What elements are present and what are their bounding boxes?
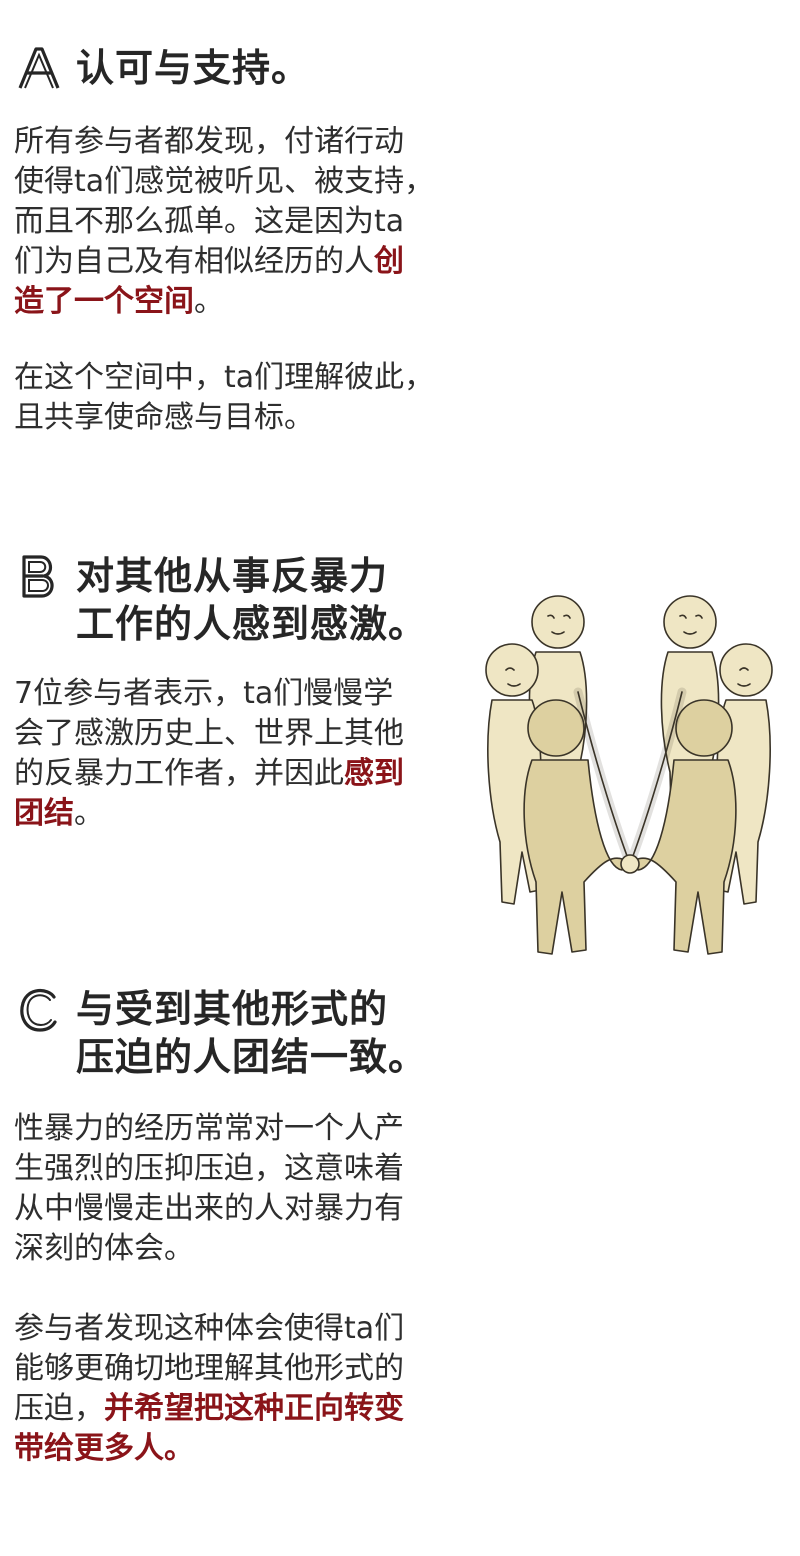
- highlight-text: 并希望把这种正向转变: [104, 1391, 404, 1426]
- text-run: 。: [194, 284, 224, 319]
- text-line: 在这个空间中，ta们理解彼此，: [14, 360, 435, 395]
- section-c-heading-line-1: 与受到其他形式的: [76, 987, 389, 1031]
- section-a-heading-line-1: 认可与支持。: [76, 46, 311, 90]
- section-a-paragraph-2: 在这个空间中，ta们理解彼此， 且共享使命感与目标。: [14, 358, 474, 438]
- section-a-paragraph-1: 所有参与者都发现，付诸行动 使得ta们感觉被听见、被支持， 而且不那么孤单。这是…: [14, 122, 474, 322]
- section-a: A 认可与支持。 所有参与者都发现，付诸行动 使得ta们感觉被听见、被支持， 而…: [14, 44, 474, 438]
- highlight-text: 创: [374, 244, 404, 279]
- text-line: 深刻的体会。: [14, 1231, 194, 1266]
- text-line: 参与者发现这种体会使得ta们: [14, 1311, 405, 1346]
- letter-a-icon: A: [18, 47, 60, 89]
- text-line: 们为自己及有相似经历的人创: [14, 242, 474, 282]
- text-line: 生强烈的压抑压迫，这意味着: [14, 1151, 404, 1186]
- text-line: 团结。: [14, 794, 474, 834]
- section-c: 与受到其他形式的 压迫的人团结一致。 性暴力的经历常常对一个人产 生强烈的压抑压…: [14, 985, 474, 1469]
- section-b-heading-line-1: 对其他从事反暴力: [76, 554, 389, 598]
- text-line: 且共享使命感与目标。: [14, 400, 314, 435]
- text-run: 。: [74, 796, 104, 831]
- section-b-heading: 对其他从事反暴力 工作的人感到感激。: [14, 552, 474, 648]
- text-line: 的反暴力工作者，并因此感到: [14, 754, 474, 794]
- section-a-heading: A 认可与支持。: [14, 44, 474, 92]
- highlight-text: 造了一个空间: [14, 284, 194, 319]
- text-line: 7位参与者表示，ta们慢慢学: [14, 676, 394, 711]
- text-run: 压迫，: [14, 1391, 104, 1426]
- text-run: 们为自己及有相似经历的人: [14, 244, 374, 279]
- text-line: 所有参与者都发现，付诸行动: [14, 124, 404, 159]
- text-line: 造了一个空间。: [14, 282, 474, 322]
- joined-hands: [620, 854, 640, 874]
- text-line: 压迫，并希望把这种正向转变: [14, 1389, 474, 1429]
- text-line: 会了感激历史上、世界上其他: [14, 716, 404, 751]
- section-c-paragraph-2: 参与者发现这种体会使得ta们 能够更确切地理解其他形式的 压迫，并希望把这种正向…: [14, 1309, 474, 1469]
- section-b: 对其他从事反暴力 工作的人感到感激。 7位参与者表示，ta们慢慢学 会了感激历史…: [14, 552, 474, 834]
- text-line: 而且不那么孤单。这是因为ta: [14, 204, 405, 239]
- text-line: 从中慢慢走出来的人对暴力有: [14, 1191, 404, 1226]
- people-circle-illustration: [485, 595, 773, 955]
- text-line: 带给更多人。: [14, 1429, 474, 1469]
- text-run: 的反暴力工作者，并因此: [14, 756, 344, 791]
- section-b-heading-line-2: 工作的人感到感激。: [76, 602, 428, 646]
- text-line: 性暴力的经历常常对一个人产: [14, 1111, 404, 1146]
- highlight-text: 团结: [14, 796, 74, 831]
- text-line: 能够更确切地理解其他形式的: [14, 1351, 404, 1386]
- section-c-paragraph-1: 性暴力的经历常常对一个人产 生强烈的压抑压迫，这意味着 从中慢慢走出来的人对暴力…: [14, 1109, 474, 1269]
- text-line: 使得ta们感觉被听见、被支持，: [14, 164, 435, 199]
- section-c-heading-line-2: 压迫的人团结一致。: [76, 1035, 428, 1079]
- section-b-paragraph-1: 7位参与者表示，ta们慢慢学 会了感激历史上、世界上其他 的反暴力工作者，并因此…: [14, 674, 474, 834]
- letter-b-icon: [22, 555, 54, 598]
- highlight-text: 带给更多人。: [14, 1431, 194, 1466]
- highlight-text: 感到: [344, 756, 404, 791]
- letter-c-icon: [20, 989, 57, 1032]
- section-c-heading: 与受到其他形式的 压迫的人团结一致。: [14, 985, 474, 1081]
